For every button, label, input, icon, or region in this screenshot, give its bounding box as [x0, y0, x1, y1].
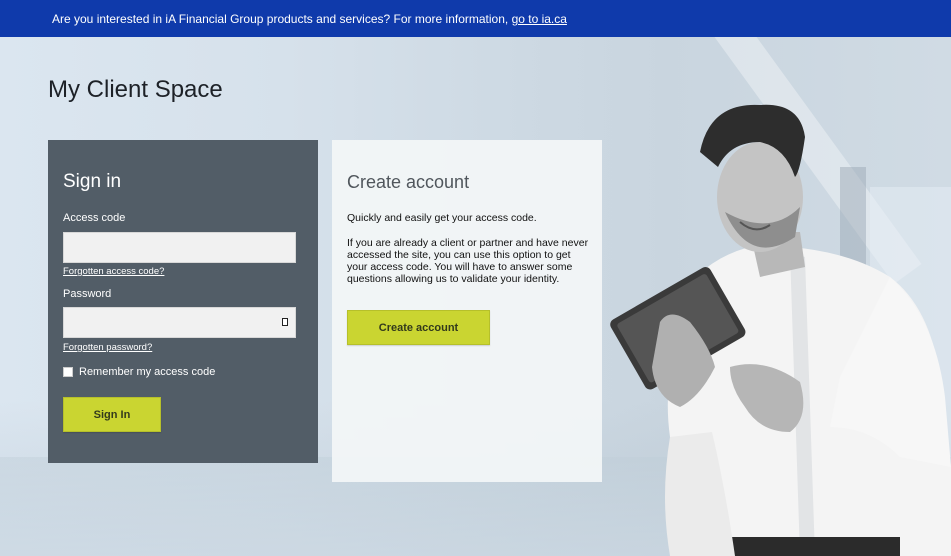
- password-label: Password: [63, 288, 112, 300]
- password-reveal-icon[interactable]: [282, 318, 288, 326]
- hero-person-image: [610, 104, 951, 556]
- forgot-password-link[interactable]: Forgotten password?: [63, 342, 152, 353]
- forgot-access-code-link[interactable]: Forgotten access code?: [63, 266, 164, 277]
- banner-text: Are you interested in iA Financial Group…: [52, 12, 509, 26]
- access-code-input[interactable]: [63, 232, 296, 263]
- page-title: My Client Space: [48, 76, 223, 103]
- go-to-ia-link[interactable]: go to ia.ca: [512, 12, 567, 26]
- sign-in-button[interactable]: Sign In: [63, 397, 161, 432]
- password-input[interactable]: [63, 307, 296, 338]
- create-account-button[interactable]: Create account: [347, 310, 490, 345]
- remember-label: Remember my access code: [79, 366, 216, 378]
- remember-checkbox[interactable]: [63, 367, 73, 377]
- person-belt: [725, 537, 900, 556]
- create-account-heading: Create account: [347, 172, 470, 192]
- info-banner: Are you interested in iA Financial Group…: [0, 0, 951, 37]
- remember-access-code[interactable]: Remember my access code: [63, 366, 215, 378]
- create-account-panel: Create account Quickly and easily get yo…: [332, 140, 602, 482]
- sign-in-panel: Sign in Access code Forgotten access cod…: [48, 140, 318, 463]
- banner-message: Are you interested in iA Financial Group…: [52, 12, 567, 26]
- access-code-label: Access code: [63, 212, 126, 224]
- create-account-description: If you are already a client or partner a…: [347, 237, 589, 285]
- sign-in-heading: Sign in: [63, 171, 122, 192]
- create-account-intro: Quickly and easily get your access code.: [347, 212, 537, 224]
